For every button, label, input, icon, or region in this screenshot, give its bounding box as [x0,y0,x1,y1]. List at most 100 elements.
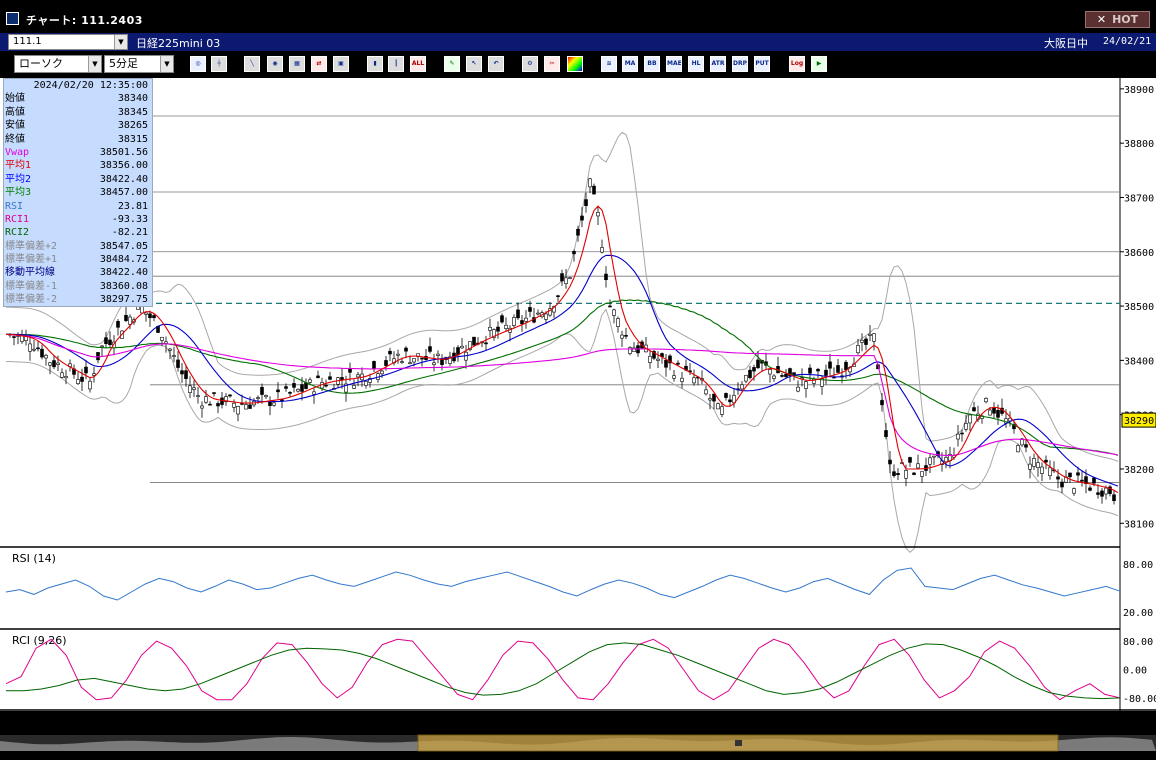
candle-body [204,396,208,403]
candle-body [992,407,996,414]
candle-body [48,362,52,366]
candle-body [188,385,192,393]
candle-body [908,457,912,463]
candle-body [692,377,696,384]
ohlc-label: 安値 [5,120,25,132]
candle-body [272,402,276,406]
candle-body [196,395,200,397]
chart-icon[interactable]: ▦ [289,56,305,72]
ohlc-value: 38457.00 [99,187,148,199]
candle-body [388,350,392,355]
price-tick-label: 38700 [1124,193,1154,204]
candle-body [748,369,752,378]
mae-button[interactable]: MAE [666,56,682,72]
candle-body [856,345,860,354]
candle-body [752,367,756,372]
candle-body [184,370,188,379]
candle-body [664,359,668,368]
bar-icon[interactable]: ┃ [388,56,404,72]
cursor-icon[interactable]: ↖ [466,56,482,72]
all-button[interactable]: ALL [410,56,426,72]
hot-button[interactable]: ✕ HOT [1085,11,1150,28]
ohlc-row: 平均2 38422.40 [4,173,152,186]
chevron-down-icon[interactable]: ▼ [160,56,173,72]
search-icon[interactable]: ◉ [267,56,283,72]
ohlc-label: RSI [5,200,24,212]
candle-body [108,339,112,346]
ohlc-row: 高値 38345 [4,106,152,119]
candle-body [316,375,320,379]
time-scrollbar[interactable] [0,731,1156,760]
candle-body [260,386,264,395]
candle-icon[interactable]: ▮ [367,56,383,72]
candle-body [364,381,368,386]
zoom-icon[interactable]: ◎ [190,56,206,72]
candle-body [564,277,568,284]
tool-icon[interactable]: ✂ [544,56,560,72]
hl-button[interactable]: HL [688,56,704,72]
ohlc-value: 38547.05 [99,240,148,252]
rci-tick-label: 0.00 [1123,666,1147,677]
line-draw-icon[interactable]: ╲ [244,56,260,72]
ohlc-row: 標準偏差-1 38360.08 [4,280,152,293]
ohlc-value: 38340 [117,93,148,105]
chart-area[interactable]: 3890038800387003860038500384003830038200… [0,78,1156,712]
ma2-line [5,254,1119,487]
chart-canvas[interactable]: 3890038800387003860038500384003830038200… [0,78,1156,712]
scrollbar-canvas[interactable] [0,731,1156,760]
chevron-down-icon[interactable]: ▼ [114,35,127,49]
candle-body [124,314,128,321]
ohlc-label: 標準偏差-2 [5,294,58,306]
candle-body [824,369,828,376]
code-select[interactable]: 111.1 ▼ [8,34,128,50]
candle-body [728,399,732,403]
vwap-icon[interactable]: ≋ [601,56,617,72]
candle-body [616,318,620,327]
candle-body [1048,467,1052,477]
info-row: 111.1 ▼ 日経225mini 03 大阪日中 24/02/21 [0,33,1156,51]
ohlc-value: 38356.00 [99,160,148,172]
candle-body [720,406,724,415]
drpa-button[interactable]: DRPA [732,56,748,72]
window-title: チャート: 111.2403 [26,14,143,27]
candle-body [1104,487,1108,495]
undo-icon[interactable]: ↶ [488,56,504,72]
ohlc-row: 始値 38340 [4,92,152,105]
crosshair-icon[interactable]: ┼ [211,56,227,72]
ohlc-panel: 2024/02/20 12:35:00 始値 38340 高値 38345 安値 3826… [3,78,153,307]
chart-type-select[interactable]: ローソク ▼ [14,55,102,73]
ma-button[interactable]: MA [622,56,638,72]
ohlc-value: 38422.40 [99,267,148,279]
candle-body [792,372,796,375]
candle-body [40,348,44,358]
bb-button[interactable]: BB [644,56,660,72]
ohlc-label: 始値 [5,93,25,105]
interval-select[interactable]: 5分足 ▼ [104,55,174,73]
candle-body [892,471,896,476]
candle-body [1028,463,1032,470]
candle-body [176,359,180,368]
candle-body [192,387,196,390]
atr-button[interactable]: ATR [710,56,726,72]
candle-body [276,389,280,393]
scroll-grip-icon[interactable] [735,740,742,746]
ohlc-row: RCI1 -93.33 [4,213,152,226]
settings-icon[interactable]: ⚙ [522,56,538,72]
candle-body [512,317,516,326]
put-button[interactable]: PUT [754,56,770,72]
log-button[interactable]: Log [789,56,805,72]
candle-body [740,384,744,390]
ohlc-value: 38297.75 [99,294,148,306]
ohlc-value: 23.81 [117,200,148,212]
pen-icon[interactable]: ✎ [444,56,460,72]
color-icon[interactable] [567,56,583,72]
chevron-down-icon[interactable]: ▼ [88,56,101,72]
candle-body [984,397,988,403]
compare-icon[interactable]: ⇄ [311,56,327,72]
candle-body [412,358,416,363]
candle-body [228,394,232,397]
candle-body [1080,479,1084,482]
lock-icon[interactable]: ▣ [333,56,349,72]
candle-body [440,359,444,365]
export-icon[interactable]: ▶ [811,56,827,72]
